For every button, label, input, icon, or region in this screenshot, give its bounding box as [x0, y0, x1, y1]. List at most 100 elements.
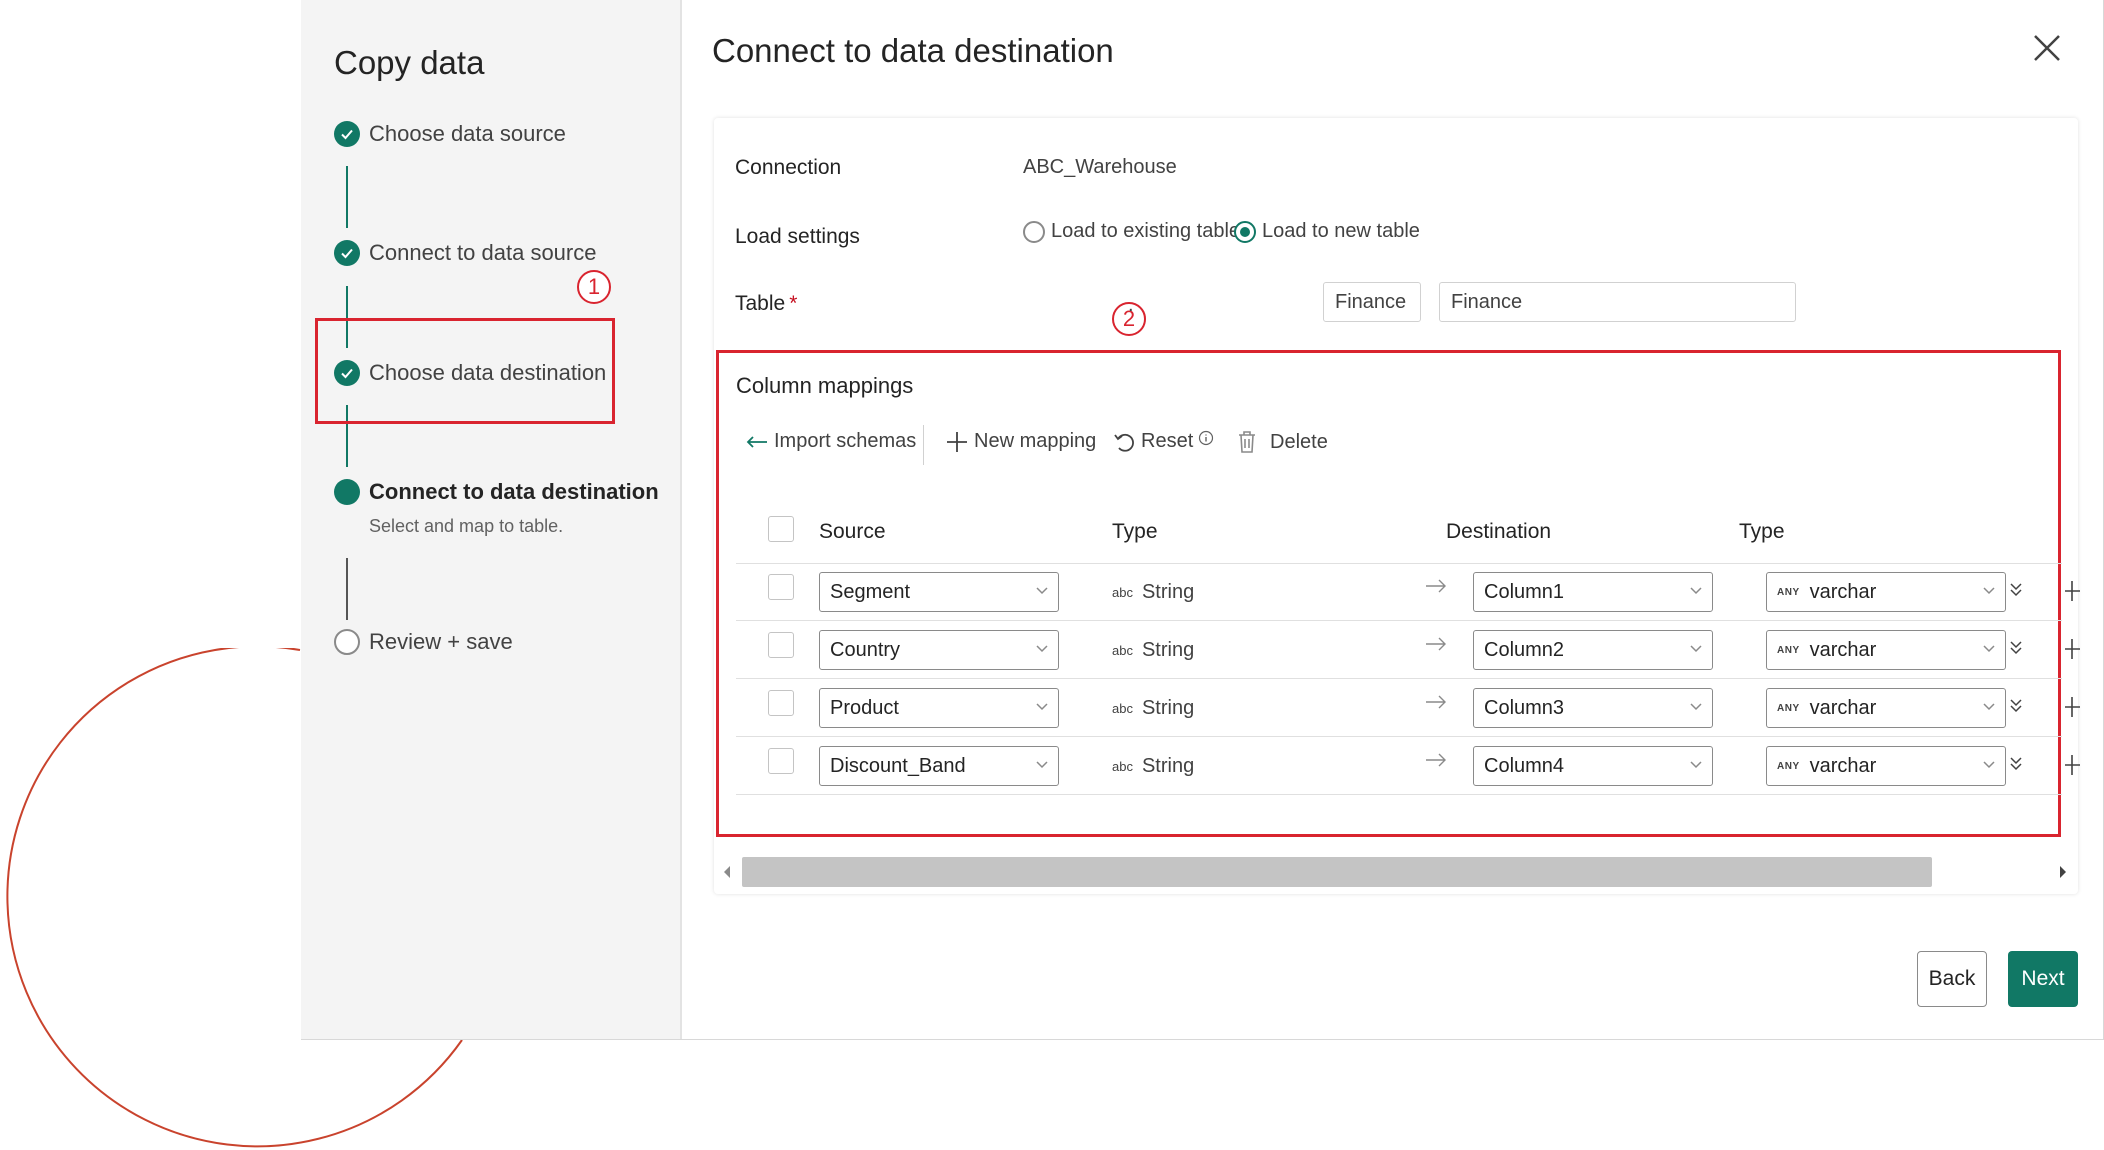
- double-chevron-down-icon[interactable]: [2010, 582, 2022, 598]
- radio-load-new-table[interactable]: Load to new table: [1234, 220, 1420, 243]
- destination-select[interactable]: Column3: [1473, 688, 1713, 728]
- schema-separator: .: [1128, 294, 1134, 316]
- scrollbar-thumb[interactable]: [742, 857, 1932, 887]
- close-icon[interactable]: [2029, 30, 2065, 66]
- checkmark-icon: [334, 121, 360, 147]
- destination-type-value: varchar: [1809, 580, 1877, 603]
- row-checkbox[interactable]: [768, 574, 794, 600]
- destination-value: Column4: [1484, 754, 1565, 777]
- source-type: abc String: [1112, 697, 1194, 720]
- header-destination: Destination: [1446, 520, 1552, 543]
- import-schemas-label: Import schemas: [774, 430, 917, 452]
- source-value: Product: [830, 696, 899, 719]
- double-chevron-down-icon[interactable]: [2010, 640, 2022, 656]
- checkmark-icon: [334, 240, 360, 266]
- destination-value: Column1: [1484, 580, 1565, 603]
- destination-type-value: varchar: [1809, 638, 1877, 661]
- row-separator: [736, 736, 2062, 737]
- chevron-down-icon: [1690, 587, 1702, 595]
- step-connect-to-data-destination[interactable]: Connect to data destination: [334, 479, 659, 505]
- destination-select[interactable]: Column1: [1473, 572, 1713, 612]
- plus-icon: [947, 431, 967, 452]
- arrow-right-icon: [1426, 695, 1446, 709]
- destination-select[interactable]: Column2: [1473, 630, 1713, 670]
- radio-checked-icon: [1234, 220, 1256, 243]
- row-separator: [736, 678, 2062, 679]
- destination-type-select[interactable]: ANY varchar: [1766, 630, 2006, 670]
- table-name-input[interactable]: Finance: [1439, 282, 1796, 322]
- import-schemas-button[interactable]: Import schemas: [746, 430, 916, 453]
- back-button[interactable]: Back: [1917, 951, 1987, 1007]
- delete-button[interactable]: Delete: [1236, 430, 1328, 454]
- next-button[interactable]: Next: [2008, 951, 2078, 1007]
- source-value: Discount_Band: [830, 754, 966, 777]
- arrow-right-icon: [1426, 579, 1446, 593]
- double-chevron-down-icon[interactable]: [2010, 756, 2022, 772]
- horizontal-scrollbar[interactable]: [714, 853, 2078, 891]
- source-type: abc String: [1112, 581, 1194, 604]
- double-chevron-down-icon[interactable]: [2010, 698, 2022, 714]
- table-label: Table *: [735, 292, 798, 315]
- step-connect-to-data-source[interactable]: Connect to data source: [334, 240, 596, 266]
- toolbar-divider: [923, 425, 924, 465]
- header-source: Source: [819, 520, 886, 543]
- trash-icon: [1239, 431, 1255, 453]
- row-checkbox[interactable]: [768, 748, 794, 774]
- destination-type-select[interactable]: ANY varchar: [1766, 688, 2006, 728]
- chevron-down-icon: [1983, 587, 1995, 595]
- select-all-checkbox[interactable]: [768, 516, 794, 542]
- radio-load-existing-table[interactable]: Load to existing table: [1023, 220, 1240, 243]
- current-step-icon: [334, 479, 360, 505]
- row-separator: [736, 794, 2062, 795]
- scroll-right-icon[interactable]: [2058, 865, 2068, 879]
- add-column-icon[interactable]: [2064, 638, 2080, 660]
- new-mapping-button[interactable]: New mapping: [946, 430, 1096, 453]
- chevron-down-icon: [1036, 645, 1048, 653]
- arrow-right-icon: [1426, 637, 1446, 651]
- add-column-icon[interactable]: [2064, 580, 2080, 602]
- column-mappings-title: Column mappings: [736, 373, 914, 398]
- source-type-value: String: [1141, 697, 1195, 719]
- destination-type-select[interactable]: ANY varchar: [1766, 572, 2006, 612]
- step-choose-data-source[interactable]: Choose data source: [334, 121, 566, 147]
- row-checkbox[interactable]: [768, 632, 794, 658]
- chevron-down-icon: [1036, 761, 1048, 769]
- connection-value: ABC_Warehouse: [1023, 156, 1177, 178]
- header-destination-type: Type: [1739, 520, 1785, 543]
- any-type-icon: ANY: [1777, 586, 1800, 598]
- empty-circle-icon: [334, 629, 360, 655]
- header-source-type: Type: [1112, 520, 1158, 543]
- step-label: Connect to data source: [369, 240, 597, 265]
- row-checkbox[interactable]: [768, 690, 794, 716]
- highlight-box-1: [315, 318, 615, 424]
- source-select[interactable]: Discount_Band: [819, 746, 1059, 786]
- required-mark: *: [789, 292, 798, 315]
- source-select[interactable]: Segment: [819, 572, 1059, 612]
- row-separator: [736, 620, 2062, 621]
- add-column-icon[interactable]: [2064, 696, 2080, 718]
- any-type-icon: ANY: [1777, 760, 1800, 772]
- info-icon: [1199, 430, 1214, 445]
- source-type: abc String: [1112, 755, 1194, 778]
- destination-select[interactable]: Column4: [1473, 746, 1713, 786]
- sidebar-title: Copy data: [334, 44, 485, 81]
- source-select[interactable]: Product: [819, 688, 1059, 728]
- step-review-save[interactable]: Review + save: [334, 629, 513, 655]
- step-label: Choose data source: [369, 121, 566, 146]
- chevron-down-icon: [1983, 645, 1995, 653]
- reset-button[interactable]: Reset: [1113, 430, 1220, 453]
- scroll-left-icon[interactable]: [722, 865, 732, 879]
- source-type-value: String: [1141, 639, 1195, 661]
- connection-label: Connection: [735, 156, 842, 179]
- row-separator: [736, 563, 2062, 564]
- source-select[interactable]: Country: [819, 630, 1059, 670]
- reset-label: Reset: [1141, 430, 1194, 452]
- source-type: abc String: [1112, 639, 1194, 662]
- add-column-icon[interactable]: [2064, 754, 2080, 776]
- destination-value: Column3: [1484, 696, 1565, 719]
- table-schema-input[interactable]: Finance: [1323, 282, 1421, 322]
- chevron-down-icon: [1983, 761, 1995, 769]
- string-type-icon: abc: [1112, 701, 1133, 716]
- destination-type-select[interactable]: ANY varchar: [1766, 746, 2006, 786]
- load-settings-label: Load settings: [735, 225, 860, 248]
